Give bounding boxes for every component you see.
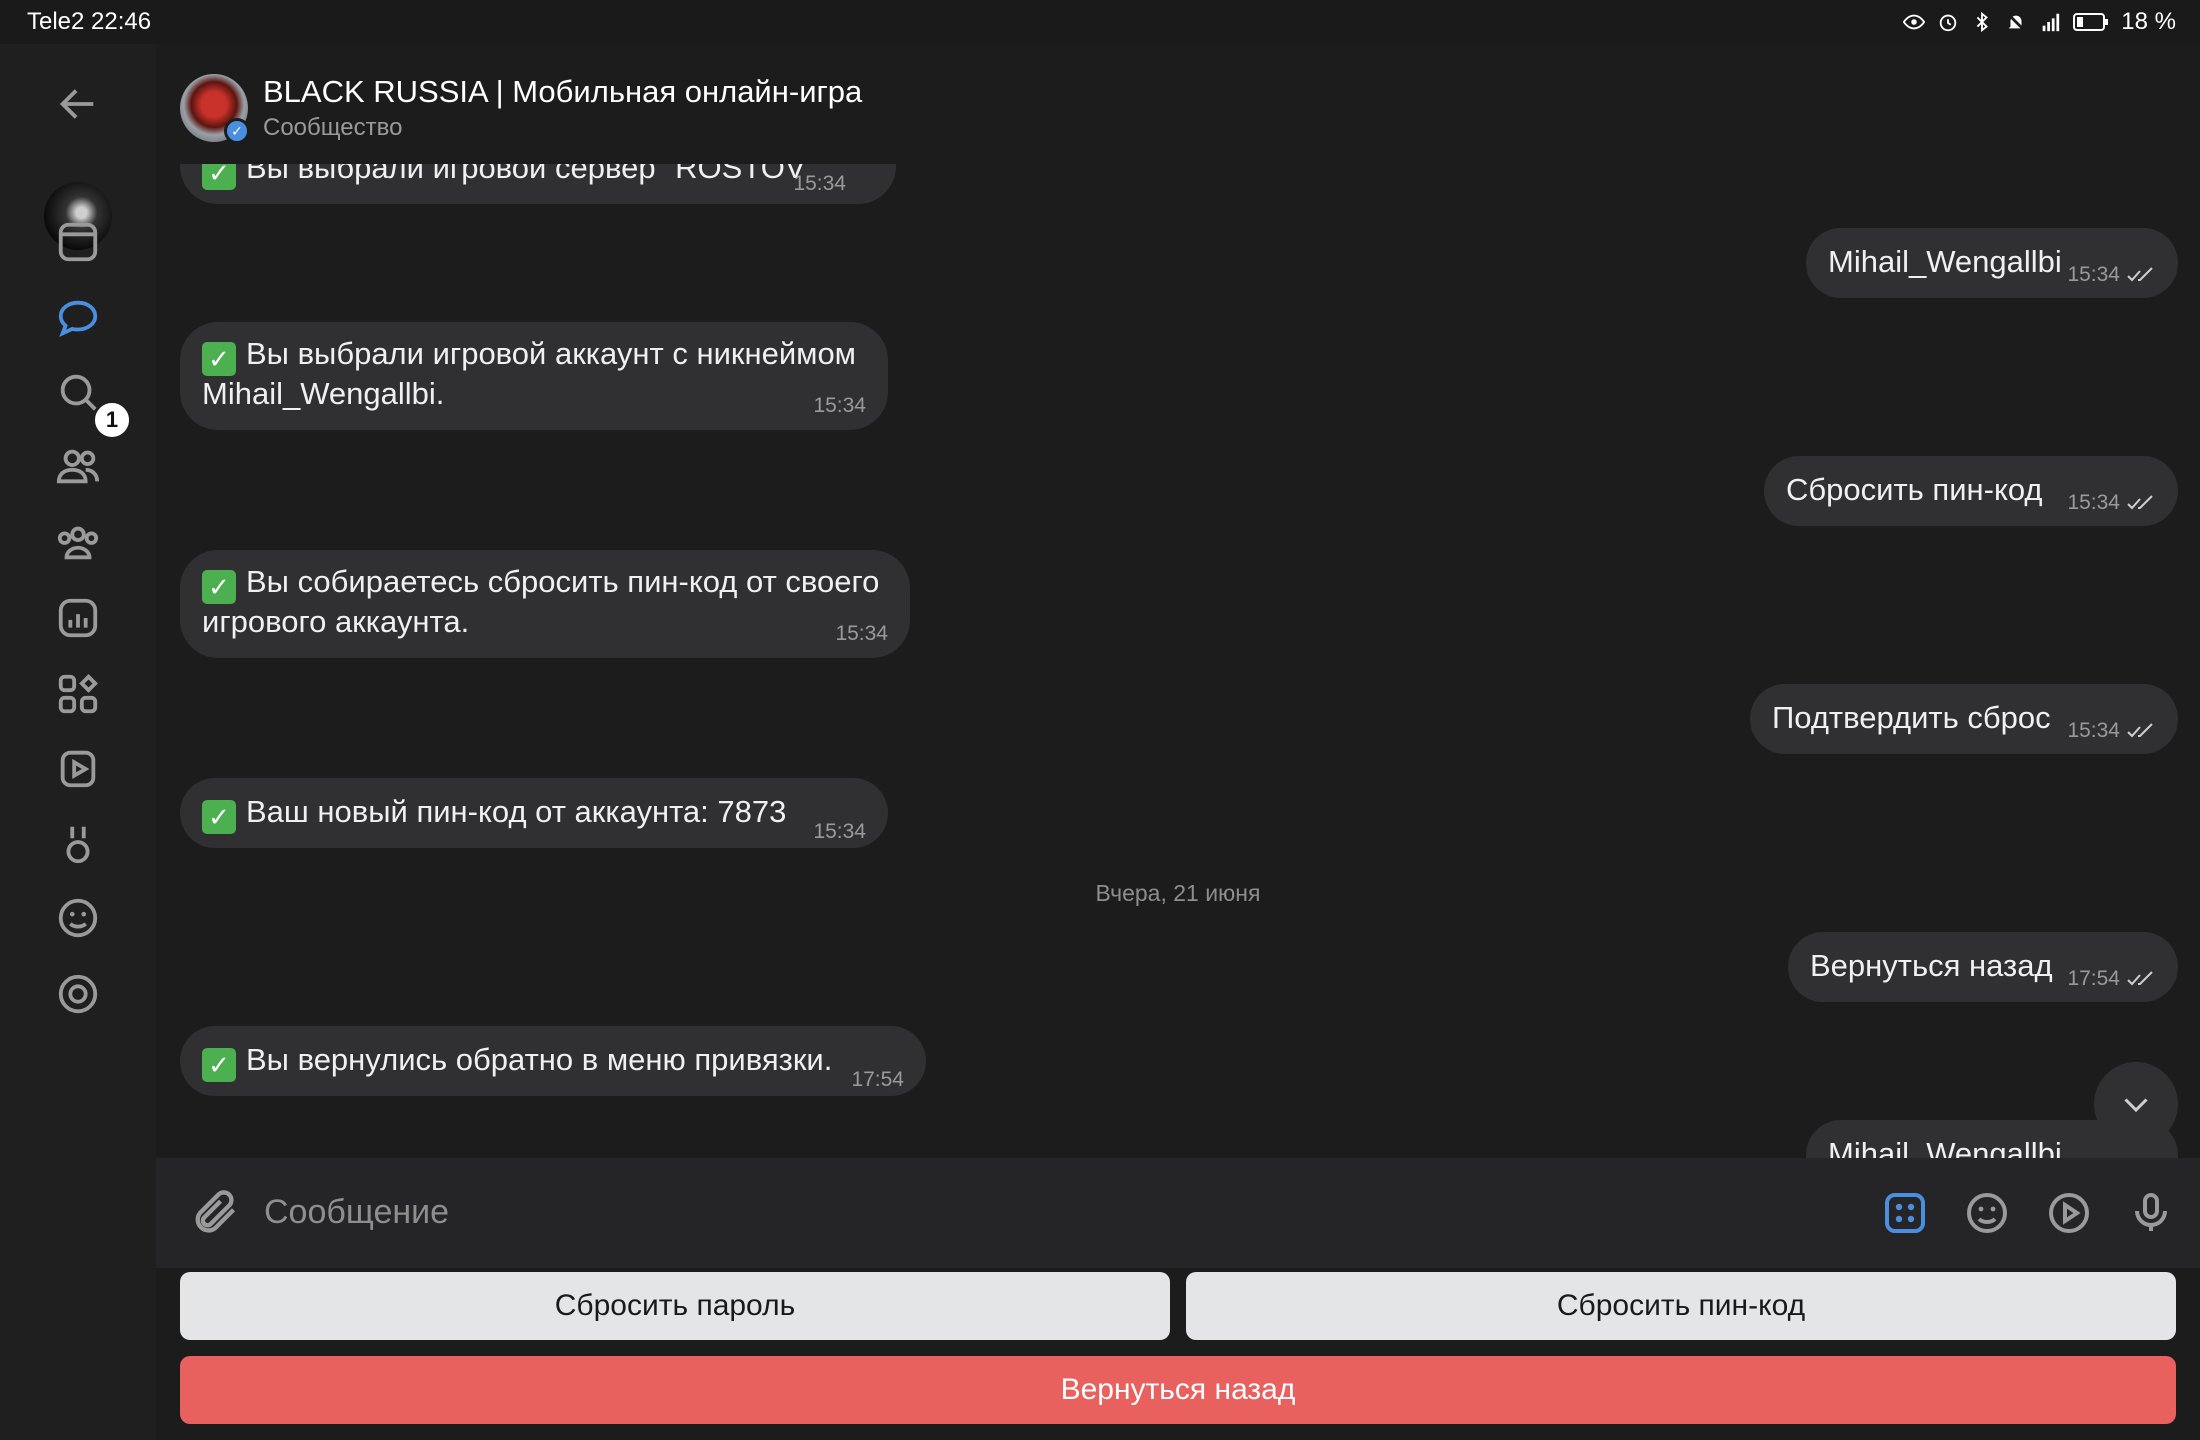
friends-icon[interactable] xyxy=(48,436,108,496)
signal-icon xyxy=(2042,13,2060,32)
incoming-message[interactable]: ✓ Вы выбрали игровой сервер "ROSTOV" 15:3… xyxy=(180,164,896,204)
chat-title: BLACK RUSSIA | Мобильная онлайн-игра xyxy=(263,74,863,109)
message-text: Mihail_Wengallbi xyxy=(1828,244,2062,279)
reset-pin-button[interactable]: Сбросить пин-код xyxy=(1186,1272,2176,1340)
back-arrow-icon[interactable] xyxy=(48,74,108,134)
checkmark-emoji-icon: ✓ xyxy=(202,1048,236,1082)
bot-keyboard-icon[interactable] xyxy=(1878,1186,1932,1240)
message-text: Вернуться назад xyxy=(1810,948,2053,983)
attach-paperclip-icon[interactable] xyxy=(188,1186,240,1238)
message-composer xyxy=(156,1158,2200,1268)
message-text: Вы вернулись обратно в меню привязки. xyxy=(246,1042,833,1077)
status-icons: 18 % xyxy=(1903,8,2176,36)
outgoing-message[interactable]: Сбросить пин-код 15:34 xyxy=(1764,456,2178,526)
message-time: 15:34 xyxy=(835,622,888,645)
alarm-icon xyxy=(1940,14,1957,32)
chat-header[interactable]: ✓ BLACK RUSSIA | Мобильная онлайн-игра С… xyxy=(156,44,2200,164)
chevron-down-icon xyxy=(2124,1098,2148,1113)
message-text: Подтвердить сброс xyxy=(1772,700,2051,735)
emoji-icon[interactable] xyxy=(1960,1186,2014,1240)
message-time: 17:54 xyxy=(851,1068,904,1091)
message-input[interactable] xyxy=(264,1180,1864,1244)
carrier-time: Tele2 22:46 xyxy=(27,8,152,35)
read-check-icon xyxy=(2127,723,2153,738)
search-icon[interactable] xyxy=(48,362,108,422)
message-text: Вы выбрали игровой сервер "ROSTOV" xyxy=(246,164,817,185)
clips-icon[interactable] xyxy=(48,814,108,874)
outgoing-message[interactable]: Вернуться назад 17:54 xyxy=(1788,932,2178,1002)
incoming-message[interactable]: ✓ Вы вернулись обратно в меню привязки. 1… xyxy=(180,1026,926,1096)
message-text: Вы выбрали игровой аккаунт с никнеймом xyxy=(246,336,856,371)
battery-icon xyxy=(2073,13,2109,31)
read-check-icon xyxy=(2127,267,2153,282)
scroll-to-bottom-button[interactable] xyxy=(2094,1062,2178,1146)
microphone-icon[interactable] xyxy=(2124,1186,2178,1240)
status-bar: Tele2 22:46 18 % xyxy=(0,0,2200,44)
incoming-message[interactable]: ✓ Вы выбрали игровой аккаунт с никнеймом … xyxy=(180,322,888,430)
bot-keyboard: Сбросить пароль Сбросить пин-код Вернуть… xyxy=(156,1268,2200,1440)
outgoing-message[interactable]: Mihail_Wengallbi 15:34 xyxy=(1806,228,2178,298)
reset-password-button[interactable]: Сбросить пароль xyxy=(180,1272,1170,1340)
message-time: 15:34 xyxy=(2067,711,2154,751)
message-time: 15:34 xyxy=(2067,255,2154,295)
video-icon[interactable] xyxy=(48,738,108,798)
date-separator: Вчера, 21 июня xyxy=(1095,880,1261,906)
checkmark-emoji-icon: ✓ xyxy=(202,342,236,376)
message-text: Mihail_Wengallbi xyxy=(1828,1136,2062,1158)
message-time: 15:34 xyxy=(793,172,846,195)
stickers-icon[interactable] xyxy=(48,888,108,948)
verified-check-icon: ✓ xyxy=(224,118,250,144)
message-time: 15:34 xyxy=(813,394,866,417)
read-check-icon xyxy=(2127,495,2153,510)
nav-rail: 1 xyxy=(0,44,156,1440)
checkmark-emoji-icon: ✓ xyxy=(202,800,236,834)
battery-percent: 18 % xyxy=(2121,8,2176,35)
video-message-icon[interactable] xyxy=(2042,1186,2096,1240)
message-text-line2: игрового аккаунта. xyxy=(202,604,470,639)
feed-icon[interactable] xyxy=(48,212,108,272)
messages-icon[interactable] xyxy=(48,288,108,348)
message-time: 15:34 xyxy=(2067,483,2154,523)
message-list[interactable]: ✓ Вы выбрали игровой сервер "ROSTOV" 15:3… xyxy=(156,164,2200,1158)
checkmark-emoji-icon: ✓ xyxy=(202,570,236,604)
incoming-message[interactable]: ✓ Вы собираетесь сбросить пин-код от свое… xyxy=(180,550,910,658)
muted-bell-icon xyxy=(2007,12,2026,32)
music-icon[interactable] xyxy=(48,588,108,648)
eye-icon xyxy=(1903,14,1926,30)
settings-target-icon[interactable] xyxy=(48,964,108,1024)
read-check-icon xyxy=(2127,971,2153,986)
services-icon[interactable] xyxy=(48,664,108,724)
message-text: Ваш новый пин-код от аккаунта: 7873 xyxy=(246,794,787,829)
communities-icon[interactable] xyxy=(48,512,108,572)
incoming-message[interactable]: ✓ Ваш новый пин-код от аккаунта: 7873 15:… xyxy=(180,778,888,848)
outgoing-message[interactable]: Подтвердить сброс 15:34 xyxy=(1750,684,2178,754)
message-time: 17:54 xyxy=(2067,959,2154,999)
go-back-button[interactable]: Вернуться назад xyxy=(180,1356,2176,1424)
message-text: Вы собираетесь сбросить пин-код от своег… xyxy=(246,564,880,599)
message-text-line2: Mihail_Wengallbi. xyxy=(202,376,445,411)
message-text: Сбросить пин-код xyxy=(1786,472,2043,507)
bluetooth-icon xyxy=(1977,11,1989,33)
chat-subtitle: Сообщество xyxy=(263,114,403,141)
message-time: 15:34 xyxy=(813,820,866,843)
checkmark-emoji-icon: ✓ xyxy=(202,164,236,190)
